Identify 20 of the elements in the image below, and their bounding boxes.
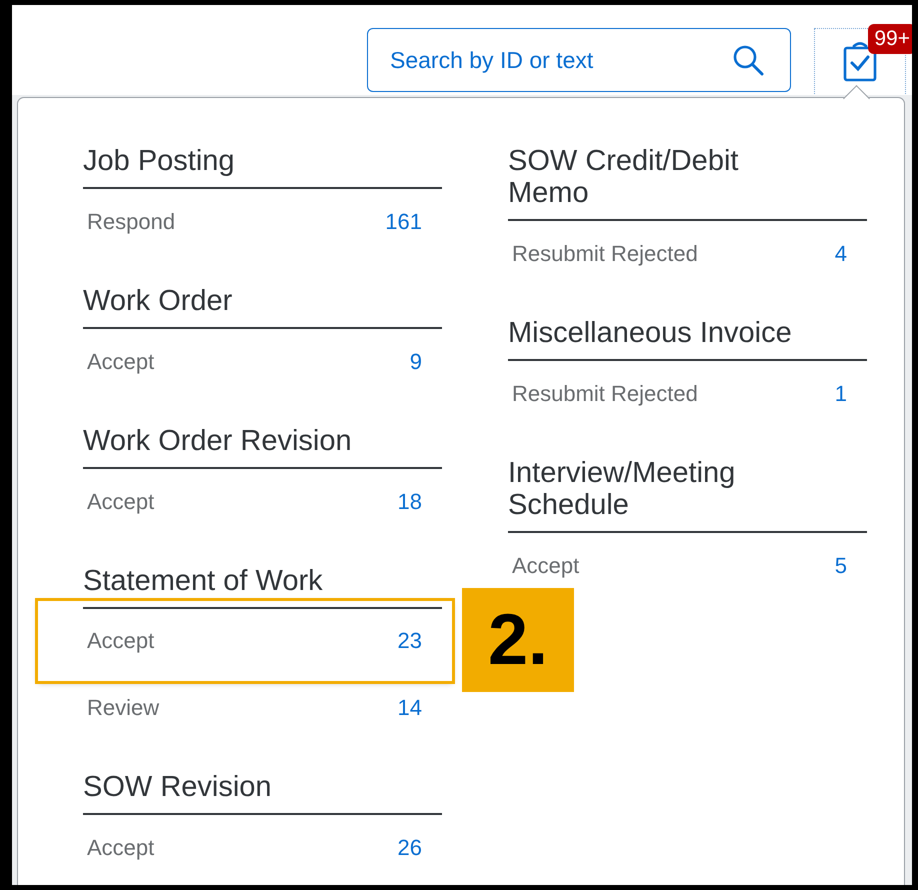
- section-heading: Job Posting: [83, 145, 235, 177]
- section-heading: Miscellaneous Invoice: [508, 317, 792, 349]
- section-heading: SOW Revision: [83, 771, 272, 803]
- section-heading: Statement of Work: [83, 565, 323, 597]
- section-heading: SOW Credit/Debit Memo: [508, 145, 740, 209]
- section-heading: Interview/Meeting Schedule: [508, 457, 736, 521]
- task-row[interactable]: Resubmit Rejected 1: [508, 361, 867, 427]
- task-row[interactable]: Accept 26: [83, 815, 442, 881]
- task-row[interactable]: Respond 161: [83, 189, 442, 255]
- task-row[interactable]: Review 14: [83, 675, 442, 741]
- search-field[interactable]: Search by ID or text: [367, 28, 791, 92]
- section-heading: Work Order Revision: [83, 425, 352, 457]
- step-label: 2.: [462, 588, 574, 692]
- task-row[interactable]: Accept 18: [83, 469, 442, 535]
- count-badge: 99+: [868, 24, 912, 54]
- clipboard-check-icon: [843, 42, 877, 82]
- search-icon[interactable]: [731, 43, 765, 77]
- section-heading: Work Order: [83, 285, 232, 317]
- task-row[interactable]: Accept 9: [83, 329, 442, 395]
- task-row[interactable]: Resubmit Rejected 4: [508, 221, 867, 287]
